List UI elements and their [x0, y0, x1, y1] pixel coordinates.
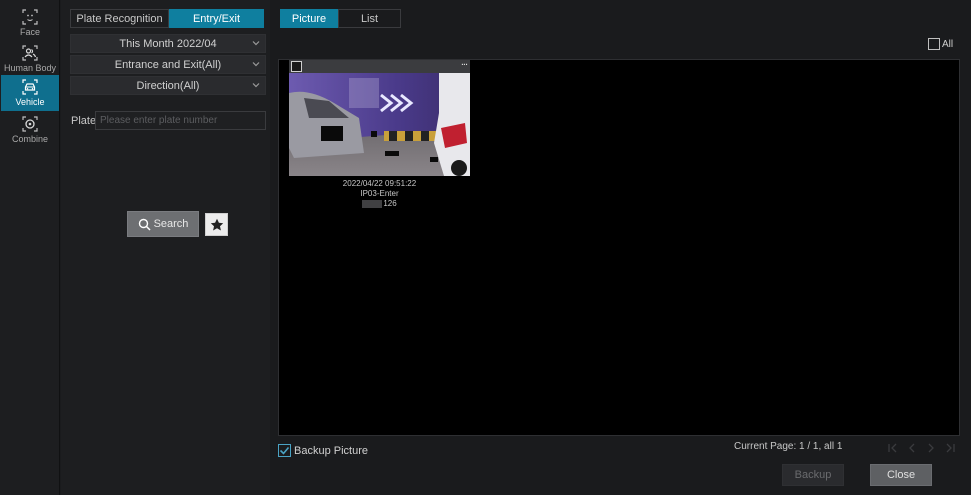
favorite-button[interactable]	[205, 213, 228, 236]
close-button[interactable]: Close	[870, 464, 932, 486]
tab-entry-exit[interactable]: Entry/Exit	[169, 9, 264, 28]
rail-label: Face	[19, 27, 40, 37]
checkmark-icon	[279, 446, 290, 455]
direction-value: Direction(All)	[136, 79, 200, 92]
backup-picture-checkbox[interactable]: Backup Picture	[278, 444, 368, 457]
pagination-controls	[887, 441, 956, 453]
tab-plate-recognition[interactable]: Plate Recognition	[70, 9, 169, 28]
result-timestamp: 2022/04/22 09:51:22	[342, 179, 417, 188]
rail-item-human-body[interactable]: Human Body	[1, 41, 59, 77]
checkbox-box	[928, 38, 940, 50]
direction-dropdown[interactable]: Direction(All)	[70, 76, 266, 95]
time-range-dropdown[interactable]: This Month 2022/04	[70, 34, 266, 53]
search-label: Search	[153, 218, 189, 230]
rail-label: Vehicle	[15, 97, 45, 107]
result-card[interactable]: ... 2022/04/22 09:51:22 IP03-Enter 126	[289, 56, 470, 209]
plate-number-input[interactable]	[95, 111, 266, 130]
card-meta: 2022/04/22 09:51:22 IP03-Enter 126	[289, 179, 470, 209]
category-rail: Face Human Body Vehicle Combine	[0, 0, 60, 495]
redacted-plate	[362, 199, 383, 208]
tab-list[interactable]: List	[338, 9, 401, 28]
entrance-exit-value: Entrance and Exit(All)	[114, 58, 222, 71]
chevron-down-icon	[252, 62, 260, 67]
rail-label: Combine	[11, 134, 49, 144]
vehicle-snapshot-image	[289, 73, 470, 176]
chevron-down-icon	[252, 83, 260, 88]
rail-item-combine[interactable]: Combine	[1, 112, 59, 148]
time-range-value: This Month 2022/04	[119, 37, 217, 50]
select-all-label: All	[942, 38, 954, 50]
combine-icon	[22, 116, 38, 132]
rail-item-face[interactable]: Face	[1, 5, 59, 41]
card-toolbar: ...	[289, 56, 470, 73]
mode-tabs: Plate Recognition Entry/Exit	[70, 9, 264, 28]
human-body-icon	[22, 45, 38, 61]
face-icon	[22, 9, 38, 25]
card-select-checkbox[interactable]	[291, 61, 302, 72]
result-plate: 126	[383, 199, 397, 208]
chevron-down-icon	[252, 41, 260, 46]
view-tabs: Picture List	[280, 9, 401, 28]
first-page-icon[interactable]	[887, 441, 899, 453]
backup-button[interactable]: Backup	[782, 464, 844, 486]
result-channel: IP03-Enter	[360, 189, 399, 198]
select-all-checkbox[interactable]: All	[928, 38, 953, 50]
checkbox-box	[278, 444, 291, 457]
prev-page-icon[interactable]	[906, 441, 918, 453]
backup-picture-label: Backup Picture	[294, 444, 368, 457]
vehicle-icon	[22, 79, 38, 95]
plate-label: Plate	[71, 115, 97, 127]
rail-label: Human Body	[3, 63, 57, 73]
vehicle-snapshot[interactable]	[289, 73, 470, 176]
rail-item-vehicle[interactable]: Vehicle	[1, 75, 59, 111]
next-page-icon[interactable]	[925, 441, 937, 453]
entrance-exit-dropdown[interactable]: Entrance and Exit(All)	[70, 55, 266, 74]
search-button[interactable]: Search	[127, 211, 199, 237]
search-icon	[138, 218, 151, 231]
more-options-icon[interactable]: ...	[461, 56, 468, 68]
page-info: Current Page: 1 / 1, all 1	[734, 441, 843, 452]
star-icon	[210, 218, 223, 230]
last-page-icon[interactable]	[944, 441, 956, 453]
tab-picture[interactable]: Picture	[280, 9, 338, 28]
filter-panel	[61, 0, 270, 495]
